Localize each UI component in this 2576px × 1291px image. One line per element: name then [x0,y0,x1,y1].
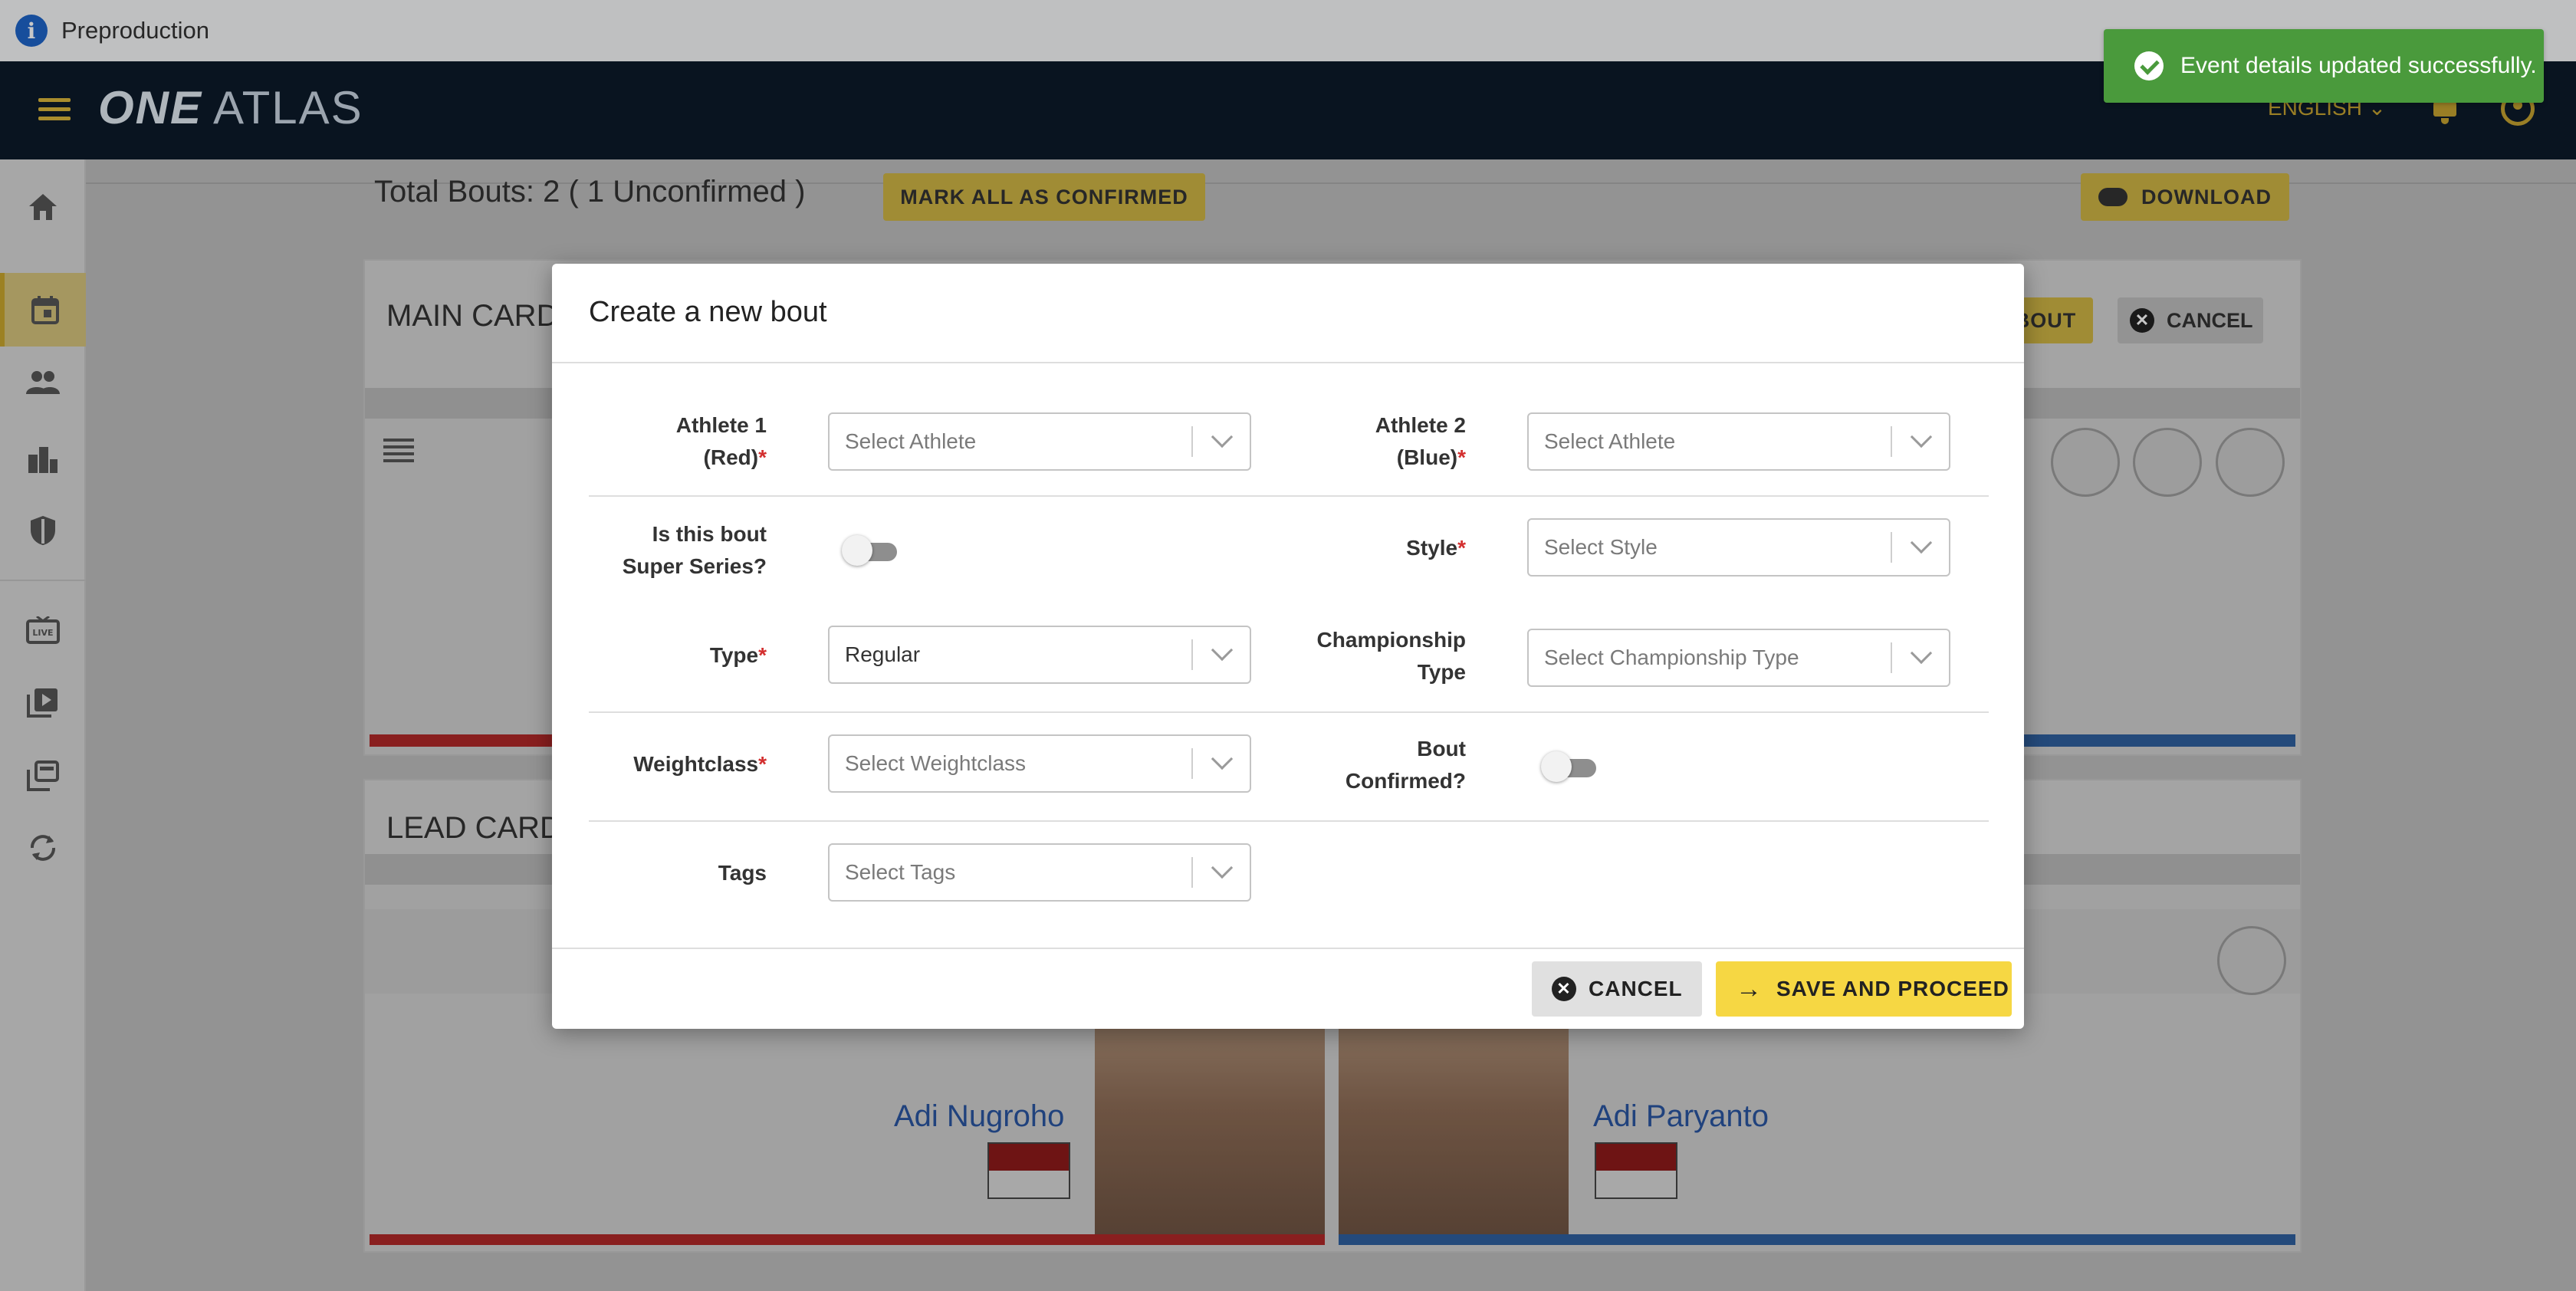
athlete1-label: Athlete 1 (Red)* [567,409,767,474]
weightclass-label: Weightclass* [567,748,767,780]
athlete1-label-line1: Athlete 1 [675,413,767,437]
chevron-down-icon [1910,531,1933,554]
style-label: Style* [1267,532,1466,564]
create-bout-dialog: Create a new bout Athlete 1 (Red)* Selec… [552,264,2024,1029]
championship-type-label: Championship Type [1267,624,1466,688]
cancel-label: CANCEL [1589,977,1683,1000]
required-mark: * [1457,445,1466,469]
super-series-label-line1: Is this bout [652,522,767,546]
save-and-proceed-button[interactable]: → SAVE AND PROCEED [1716,961,2012,1017]
type-label: Type* [567,639,767,672]
required-mark: * [1457,536,1466,560]
athlete2-select[interactable]: Select Athlete [1527,412,1950,471]
type-select[interactable]: Regular [828,626,1251,684]
championship-label-line2: Type [1417,660,1466,684]
required-mark: * [758,643,767,667]
type-label-text: Type [709,643,759,667]
arrow-right-icon: → [1736,974,1763,1004]
athlete1-select[interactable]: Select Athlete [828,412,1251,471]
row-divider [589,820,1989,822]
success-toast: Event details updated successfully. [2104,29,2544,103]
bout-confirmed-toggle[interactable] [1541,750,1602,783]
chevron-down-icon [1211,856,1234,879]
super-series-toggle[interactable] [842,534,903,567]
required-mark: * [758,752,767,776]
athlete2-label-line1: Athlete 2 [1375,413,1466,437]
title-divider [552,362,2024,363]
check-circle-icon [2134,51,2164,80]
row-divider [589,711,1989,713]
confirmed-label-line1: Bout [1417,737,1466,760]
required-mark: * [758,445,767,469]
chevron-down-icon [1910,642,1933,665]
chevron-down-icon [1211,425,1234,448]
tags-placeholder: Select Tags [845,860,956,884]
athlete2-label: Athlete 2 (Blue)* [1267,409,1466,474]
championship-type-select[interactable]: Select Championship Type [1527,629,1950,687]
athlete2-label-line2: (Blue) [1396,445,1458,469]
style-placeholder: Select Style [1544,535,1658,559]
super-series-label: Is this bout Super Series? [567,518,767,583]
save-label: SAVE AND PROCEED [1776,977,2009,1000]
style-label-text: Style [1406,536,1458,560]
championship-label-line1: Championship [1316,628,1466,652]
athlete1-label-line2: (Red) [703,445,759,469]
cancel-button[interactable]: ✕ CANCEL [1532,961,1702,1017]
confirmed-label-line2: Confirmed? [1345,769,1466,793]
cancel-circle-icon: ✕ [1552,977,1576,1001]
chevron-down-icon [1211,639,1234,662]
chevron-down-icon [1910,425,1933,448]
footer-divider [552,948,2024,949]
chevron-down-icon [1211,747,1234,770]
super-series-label-line2: Super Series? [622,554,767,578]
athlete2-placeholder: Select Athlete [1544,429,1676,453]
type-value: Regular [845,642,921,666]
style-select[interactable]: Select Style [1527,518,1950,577]
dialog-title: Create a new bout [589,296,827,328]
tags-select[interactable]: Select Tags [828,843,1251,902]
weightclass-placeholder: Select Weightclass [845,751,1027,775]
championship-type-placeholder: Select Championship Type [1544,646,1799,669]
tags-label: Tags [718,861,767,885]
bout-confirmed-label: Bout Confirmed? [1267,733,1466,797]
weightclass-select[interactable]: Select Weightclass [828,734,1251,793]
athlete1-placeholder: Select Athlete [845,429,977,453]
row-divider [589,495,1989,497]
toast-message: Event details updated successfully. [2180,53,2537,78]
weightclass-label-text: Weightclass [633,752,759,776]
